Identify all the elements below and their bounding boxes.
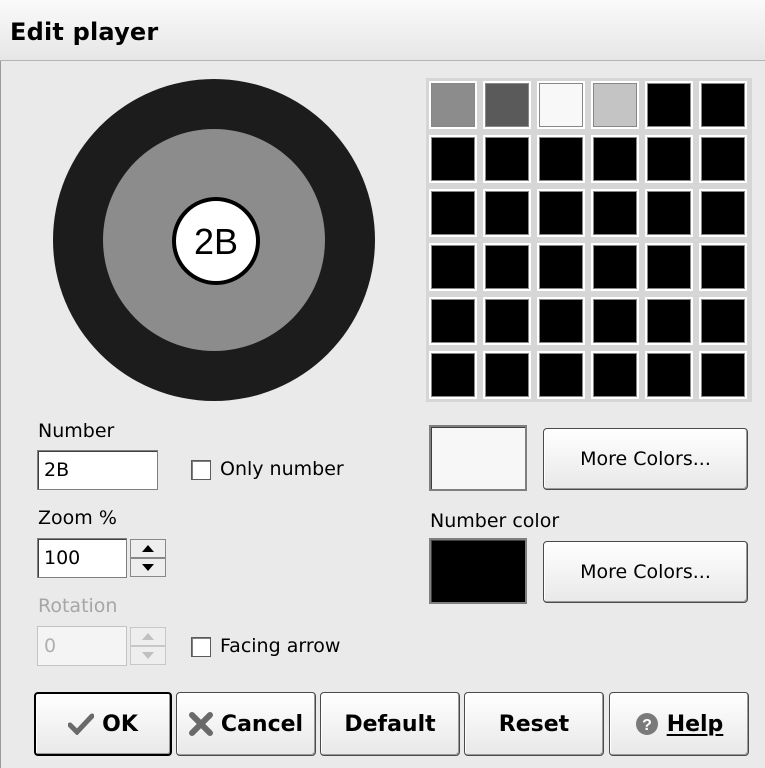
palette-swatch[interactable]: [645, 351, 693, 399]
help-icon: ?: [635, 712, 659, 736]
help-button[interactable]: ? Help: [609, 692, 749, 756]
palette-swatch[interactable]: [699, 135, 747, 183]
rotation-up-button[interactable]: [130, 627, 166, 646]
more-colors-button[interactable]: More Colors...: [543, 428, 748, 490]
ok-label: OK: [102, 711, 138, 737]
palette-swatch[interactable]: [699, 297, 747, 345]
arrow-up-icon: [142, 633, 154, 640]
zoom-label: Zoom %: [38, 507, 117, 529]
palette-swatch[interactable]: [645, 243, 693, 291]
palette-swatch[interactable]: [699, 81, 747, 129]
player-color-preview[interactable]: [429, 425, 527, 491]
number-color-preview[interactable]: [429, 538, 527, 604]
facing-arrow-checkbox[interactable]: [191, 637, 211, 657]
player-preview: 2B: [53, 79, 375, 401]
cancel-label: Cancel: [220, 711, 304, 737]
palette-swatch[interactable]: [591, 135, 639, 183]
palette-swatch[interactable]: [483, 189, 531, 237]
palette-swatch[interactable]: [645, 189, 693, 237]
ok-button[interactable]: OK: [34, 692, 172, 756]
palette-swatch[interactable]: [429, 135, 477, 183]
palette-swatch[interactable]: [699, 351, 747, 399]
palette-swatch[interactable]: [591, 243, 639, 291]
palette-swatch[interactable]: [591, 297, 639, 345]
palette-swatch[interactable]: [591, 189, 639, 237]
default-button[interactable]: Default: [320, 692, 460, 756]
palette-swatch[interactable]: [483, 135, 531, 183]
only-number-label: Only number: [220, 458, 344, 480]
palette-swatch[interactable]: [429, 351, 477, 399]
help-label: Help: [666, 711, 724, 737]
palette-swatch[interactable]: [429, 81, 477, 129]
arrow-down-icon: [142, 652, 154, 659]
rotation-label: Rotation: [38, 595, 118, 617]
number-label: Number: [38, 420, 115, 442]
palette-swatch[interactable]: [645, 297, 693, 345]
window-title: Edit player: [10, 18, 159, 46]
cancel-button[interactable]: Cancel: [176, 692, 316, 756]
number-input[interactable]: 2B: [37, 450, 158, 490]
rotation-down-button[interactable]: [130, 646, 166, 665]
svg-text:?: ?: [642, 717, 652, 734]
palette-swatch[interactable]: [483, 351, 531, 399]
close-icon: [188, 712, 213, 736]
rotation-spinner[interactable]: [130, 627, 166, 665]
more-colors-number-button[interactable]: More Colors...: [543, 541, 748, 603]
palette-swatch[interactable]: [537, 243, 585, 291]
palette-swatch[interactable]: [483, 297, 531, 345]
palette-swatch[interactable]: [699, 189, 747, 237]
zoom-input[interactable]: 100: [37, 538, 127, 578]
zoom-spinner[interactable]: [130, 539, 166, 577]
zoom-down-button[interactable]: [130, 558, 166, 577]
palette-swatch[interactable]: [645, 81, 693, 129]
arrow-up-icon: [142, 545, 154, 552]
color-palette: [426, 78, 752, 402]
palette-swatch[interactable]: [429, 297, 477, 345]
palette-swatch[interactable]: [537, 351, 585, 399]
palette-swatch[interactable]: [483, 81, 531, 129]
palette-swatch[interactable]: [699, 243, 747, 291]
palette-swatch[interactable]: [537, 189, 585, 237]
palette-swatch[interactable]: [429, 243, 477, 291]
palette-swatch[interactable]: [483, 243, 531, 291]
rotation-input[interactable]: 0: [37, 626, 127, 666]
player-number-text: 2B: [194, 221, 238, 262]
edit-player-dialog: Edit player 2B Number 2B Only number Zoo…: [0, 0, 765, 768]
arrow-down-icon: [142, 564, 154, 571]
reset-button[interactable]: Reset: [464, 692, 604, 756]
facing-arrow-label: Facing arrow: [220, 635, 341, 657]
checkmark-icon: [68, 713, 95, 735]
title-bar[interactable]: Edit player: [0, 0, 765, 61]
number-color-label: Number color: [430, 510, 560, 532]
palette-swatch[interactable]: [537, 297, 585, 345]
palette-swatch[interactable]: [537, 135, 585, 183]
palette-swatch[interactable]: [429, 189, 477, 237]
palette-swatch[interactable]: [645, 135, 693, 183]
palette-swatch[interactable]: [591, 351, 639, 399]
reset-label: Reset: [498, 711, 570, 737]
default-label: Default: [344, 711, 436, 737]
zoom-up-button[interactable]: [130, 539, 166, 558]
palette-swatch[interactable]: [537, 81, 585, 129]
palette-swatch[interactable]: [591, 81, 639, 129]
only-number-checkbox[interactable]: [191, 460, 211, 480]
